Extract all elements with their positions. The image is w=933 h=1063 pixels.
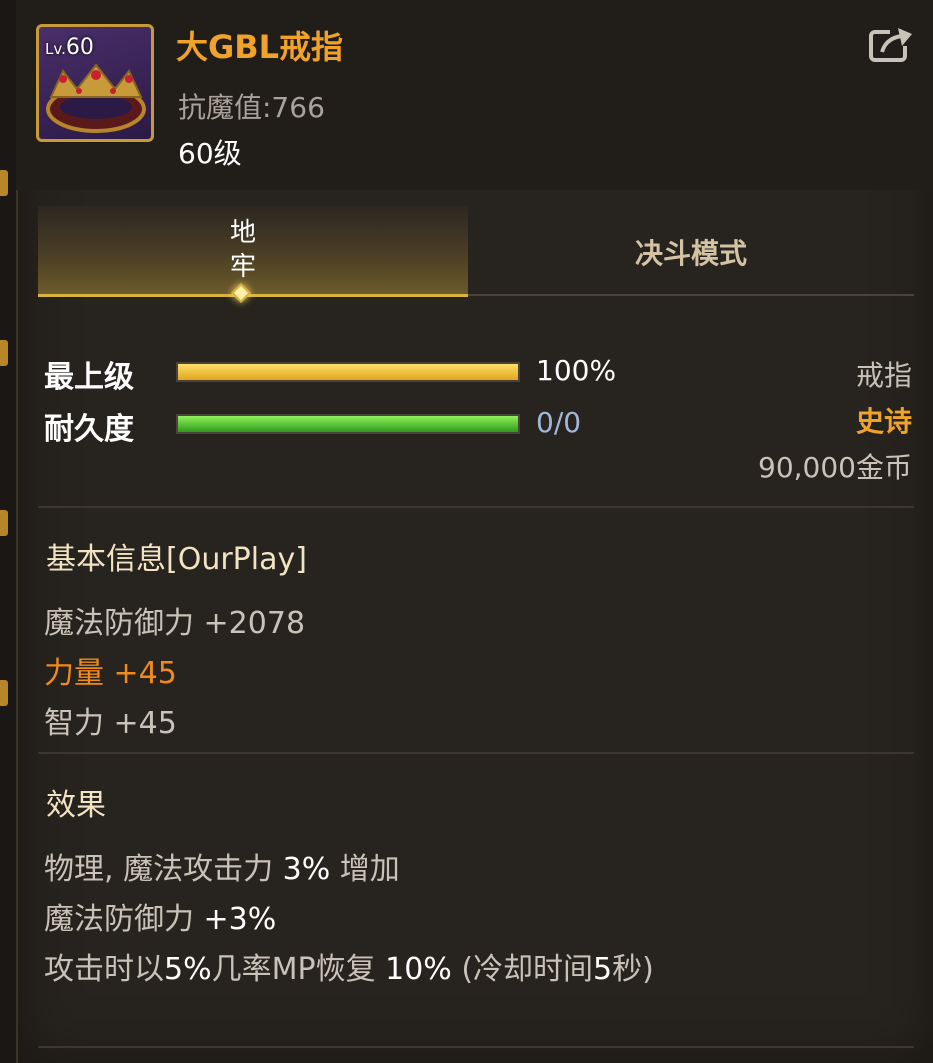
background-marker [0,340,8,366]
grade-value: 100% [536,354,617,387]
tab-duel-mode[interactable]: 决斗模式 [468,206,914,296]
grade-label: 最上级 [44,360,134,395]
item-icon-frame: Lv.60 [36,24,154,142]
golden-ring-icon [46,63,146,133]
durability-bar [176,414,520,434]
durability-value: 0/0 [536,406,582,439]
stat-intelligence: 智力 +45 [44,706,177,741]
durability-label: 耐久度 [44,412,134,447]
mode-tabs: 地牢 决斗模式 [38,206,914,303]
item-level-badge: Lv.60 [45,35,94,60]
required-level: 60级 [178,137,242,170]
section-divider [38,506,914,508]
section-divider [38,1046,914,1048]
effect-mp-recovery: 攻击时以5%几率MP恢复 10% (冷却时间5秒) [44,952,654,987]
effect-magic-defense: 魔法防御力 +3% [44,902,277,937]
background-edge [0,0,16,1063]
effect-attack-increase: 物理, 魔法攻击力 3% 增加 [44,852,400,887]
magic-resistance: 抗魔值:766 [178,91,325,124]
effects-title: 效果 [46,788,106,823]
background-marker [0,510,8,536]
item-name: 大GBL戒指 [176,28,344,66]
background-marker [0,680,8,706]
item-type: 戒指 [855,359,912,392]
item-rarity: 史诗 [855,405,912,438]
share-export-icon[interactable] [868,24,916,64]
stat-strength: 力量 +45 [44,656,177,691]
tab-duel-label: 决斗模式 [634,237,747,270]
tab-dungeon[interactable]: 地牢 [38,206,468,303]
durability-bar-fill [178,416,518,432]
grade-bar [176,362,520,382]
section-divider [38,752,914,754]
stat-magic-defense: 魔法防御力 +2078 [44,606,306,641]
grade-bar-fill [178,364,518,380]
item-price: 90,000金币 [758,451,912,484]
background-marker [0,170,8,196]
tab-dungeon-label: 地牢 [229,218,256,282]
basic-info-title: 基本信息[OurPlay] [46,542,307,577]
